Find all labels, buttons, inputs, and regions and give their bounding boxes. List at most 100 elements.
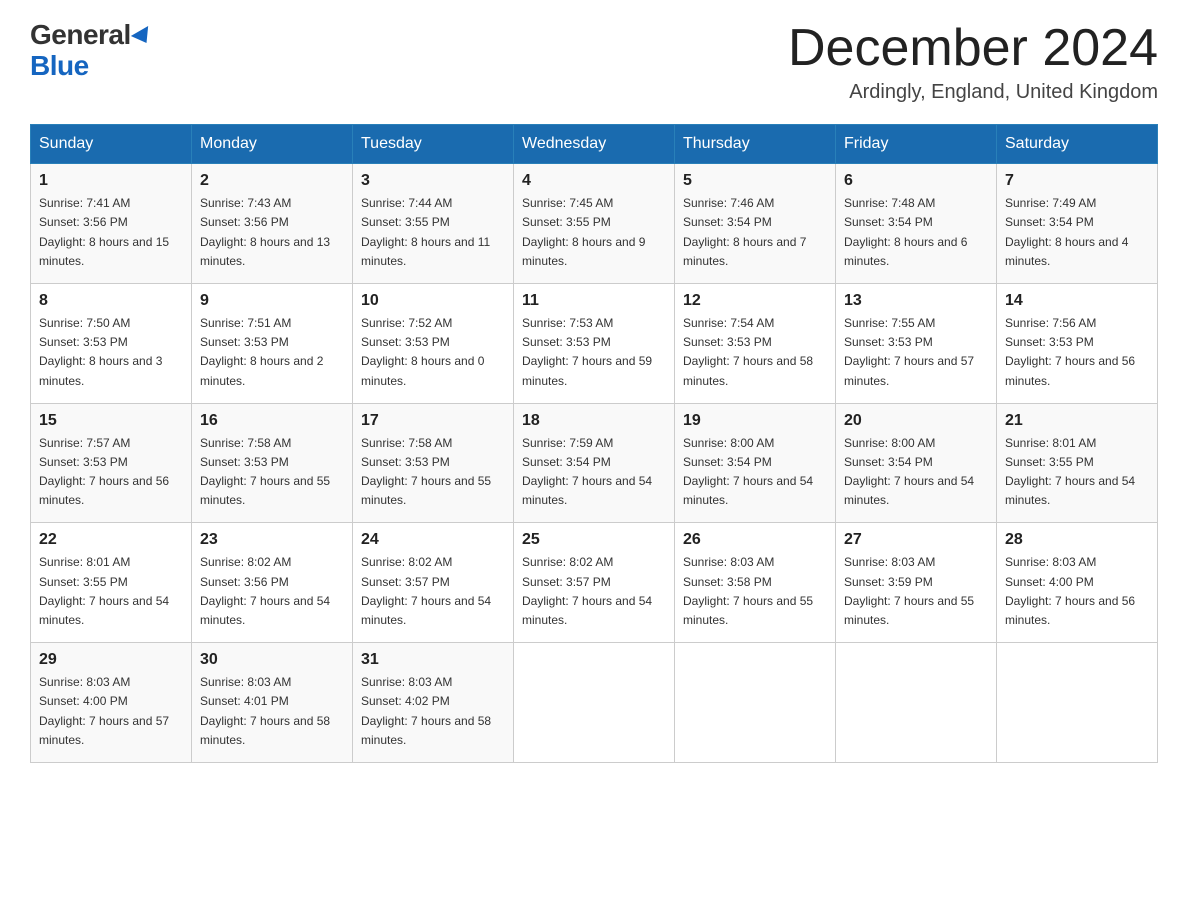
day-number: 9 [200,292,344,310]
calendar-cell: 17 Sunrise: 7:58 AMSunset: 3:53 PMDayligh… [353,403,514,523]
day-number: 15 [39,412,183,430]
day-info: Sunrise: 8:02 AMSunset: 3:57 PMDaylight:… [361,553,505,630]
day-number: 12 [683,292,827,310]
day-number: 4 [522,172,666,190]
header-monday: Monday [192,125,353,164]
day-info: Sunrise: 7:52 AMSunset: 3:53 PMDaylight:… [361,314,505,391]
day-number: 6 [844,172,988,190]
day-number: 18 [522,412,666,430]
day-info: Sunrise: 8:00 AMSunset: 3:54 PMDaylight:… [683,434,827,511]
calendar-table: SundayMondayTuesdayWednesdayThursdayFrid… [30,124,1158,763]
calendar-cell: 28 Sunrise: 8:03 AMSunset: 4:00 PMDayligh… [997,523,1158,643]
day-info: Sunrise: 7:46 AMSunset: 3:54 PMDaylight:… [683,194,827,271]
calendar-cell: 22 Sunrise: 8:01 AMSunset: 3:55 PMDayligh… [31,523,192,643]
day-number: 16 [200,412,344,430]
calendar-cell [514,643,675,763]
calendar-cell: 15 Sunrise: 7:57 AMSunset: 3:53 PMDayligh… [31,403,192,523]
logo-general-text: General [30,20,153,51]
logo: General Blue [30,20,153,82]
day-number: 21 [1005,412,1149,430]
day-info: Sunrise: 7:58 AMSunset: 3:53 PMDaylight:… [200,434,344,511]
header-wednesday: Wednesday [514,125,675,164]
day-info: Sunrise: 8:02 AMSunset: 3:57 PMDaylight:… [522,553,666,630]
calendar-week-row: 15 Sunrise: 7:57 AMSunset: 3:53 PMDayligh… [31,403,1158,523]
logo-blue-text: Blue [30,51,153,82]
calendar-cell: 31 Sunrise: 8:03 AMSunset: 4:02 PMDayligh… [353,643,514,763]
day-info: Sunrise: 7:54 AMSunset: 3:53 PMDaylight:… [683,314,827,391]
calendar-cell: 13Sunrise: 7:55 AMSunset: 3:53 PMDayligh… [836,283,997,403]
day-number: 25 [522,531,666,549]
day-info: Sunrise: 7:57 AMSunset: 3:53 PMDaylight:… [39,434,183,511]
calendar-cell: 19 Sunrise: 8:00 AMSunset: 3:54 PMDayligh… [675,403,836,523]
calendar-cell: 21Sunrise: 8:01 AMSunset: 3:55 PMDayligh… [997,403,1158,523]
calendar-week-row: 22 Sunrise: 8:01 AMSunset: 3:55 PMDayligh… [31,523,1158,643]
day-number: 19 [683,412,827,430]
calendar-cell: 11 Sunrise: 7:53 AMSunset: 3:53 PMDayligh… [514,283,675,403]
day-info: Sunrise: 8:03 AMSunset: 4:02 PMDaylight:… [361,673,505,750]
calendar-header-row: SundayMondayTuesdayWednesdayThursdayFrid… [31,125,1158,164]
day-number: 1 [39,172,183,190]
calendar-cell: 4Sunrise: 7:45 AMSunset: 3:55 PMDaylight… [514,164,675,284]
day-number: 5 [683,172,827,190]
calendar-cell: 27 Sunrise: 8:03 AMSunset: 3:59 PMDayligh… [836,523,997,643]
header-saturday: Saturday [997,125,1158,164]
logo-triangle-icon [131,26,155,48]
day-info: Sunrise: 8:00 AMSunset: 3:54 PMDaylight:… [844,434,988,511]
day-number: 2 [200,172,344,190]
day-number: 14 [1005,292,1149,310]
day-number: 24 [361,531,505,549]
calendar-cell: 26Sunrise: 8:03 AMSunset: 3:58 PMDayligh… [675,523,836,643]
day-info: Sunrise: 8:03 AMSunset: 4:01 PMDaylight:… [200,673,344,750]
day-info: Sunrise: 7:41 AMSunset: 3:56 PMDaylight:… [39,194,183,271]
calendar-cell [997,643,1158,763]
day-info: Sunrise: 7:58 AMSunset: 3:53 PMDaylight:… [361,434,505,511]
day-info: Sunrise: 8:03 AMSunset: 4:00 PMDaylight:… [1005,553,1149,630]
calendar-week-row: 1 Sunrise: 7:41 AMSunset: 3:56 PMDaylight… [31,164,1158,284]
header-tuesday: Tuesday [353,125,514,164]
calendar-cell: 6 Sunrise: 7:48 AMSunset: 3:54 PMDaylight… [836,164,997,284]
calendar-cell: 16 Sunrise: 7:58 AMSunset: 3:53 PMDayligh… [192,403,353,523]
day-info: Sunrise: 7:56 AMSunset: 3:53 PMDaylight:… [1005,314,1149,391]
calendar-cell: 8 Sunrise: 7:50 AMSunset: 3:53 PMDaylight… [31,283,192,403]
day-info: Sunrise: 8:03 AMSunset: 3:59 PMDaylight:… [844,553,988,630]
calendar-cell: 29Sunrise: 8:03 AMSunset: 4:00 PMDayligh… [31,643,192,763]
day-number: 31 [361,651,505,669]
header-sunday: Sunday [31,125,192,164]
calendar-cell: 20Sunrise: 8:00 AMSunset: 3:54 PMDayligh… [836,403,997,523]
day-info: Sunrise: 7:49 AMSunset: 3:54 PMDaylight:… [1005,194,1149,271]
calendar-cell: 30 Sunrise: 8:03 AMSunset: 4:01 PMDayligh… [192,643,353,763]
calendar-week-row: 8 Sunrise: 7:50 AMSunset: 3:53 PMDaylight… [31,283,1158,403]
day-number: 30 [200,651,344,669]
day-info: Sunrise: 7:55 AMSunset: 3:53 PMDaylight:… [844,314,988,391]
day-info: Sunrise: 7:53 AMSunset: 3:53 PMDaylight:… [522,314,666,391]
day-info: Sunrise: 8:01 AMSunset: 3:55 PMDaylight:… [39,553,183,630]
month-title: December 2024 [788,20,1158,77]
day-number: 17 [361,412,505,430]
header-friday: Friday [836,125,997,164]
calendar-cell: 7 Sunrise: 7:49 AMSunset: 3:54 PMDaylight… [997,164,1158,284]
day-number: 8 [39,292,183,310]
day-info: Sunrise: 8:03 AMSunset: 3:58 PMDaylight:… [683,553,827,630]
calendar-cell: 14 Sunrise: 7:56 AMSunset: 3:53 PMDayligh… [997,283,1158,403]
calendar-cell [675,643,836,763]
day-info: Sunrise: 7:48 AMSunset: 3:54 PMDaylight:… [844,194,988,271]
day-number: 7 [1005,172,1149,190]
calendar-cell: 24 Sunrise: 8:02 AMSunset: 3:57 PMDayligh… [353,523,514,643]
day-number: 28 [1005,531,1149,549]
title-area: December 2024 Ardingly, England, United … [788,20,1158,104]
calendar-cell [836,643,997,763]
day-number: 27 [844,531,988,549]
day-number: 3 [361,172,505,190]
calendar-week-row: 29Sunrise: 8:03 AMSunset: 4:00 PMDayligh… [31,643,1158,763]
calendar-cell: 9Sunrise: 7:51 AMSunset: 3:53 PMDaylight… [192,283,353,403]
calendar-cell: 23Sunrise: 8:02 AMSunset: 3:56 PMDayligh… [192,523,353,643]
day-info: Sunrise: 7:50 AMSunset: 3:53 PMDaylight:… [39,314,183,391]
day-number: 22 [39,531,183,549]
calendar-cell: 12 Sunrise: 7:54 AMSunset: 3:53 PMDayligh… [675,283,836,403]
calendar-cell: 18Sunrise: 7:59 AMSunset: 3:54 PMDayligh… [514,403,675,523]
calendar-cell: 1 Sunrise: 7:41 AMSunset: 3:56 PMDaylight… [31,164,192,284]
day-number: 11 [522,292,666,310]
day-number: 10 [361,292,505,310]
day-info: Sunrise: 8:02 AMSunset: 3:56 PMDaylight:… [200,553,344,630]
header-thursday: Thursday [675,125,836,164]
